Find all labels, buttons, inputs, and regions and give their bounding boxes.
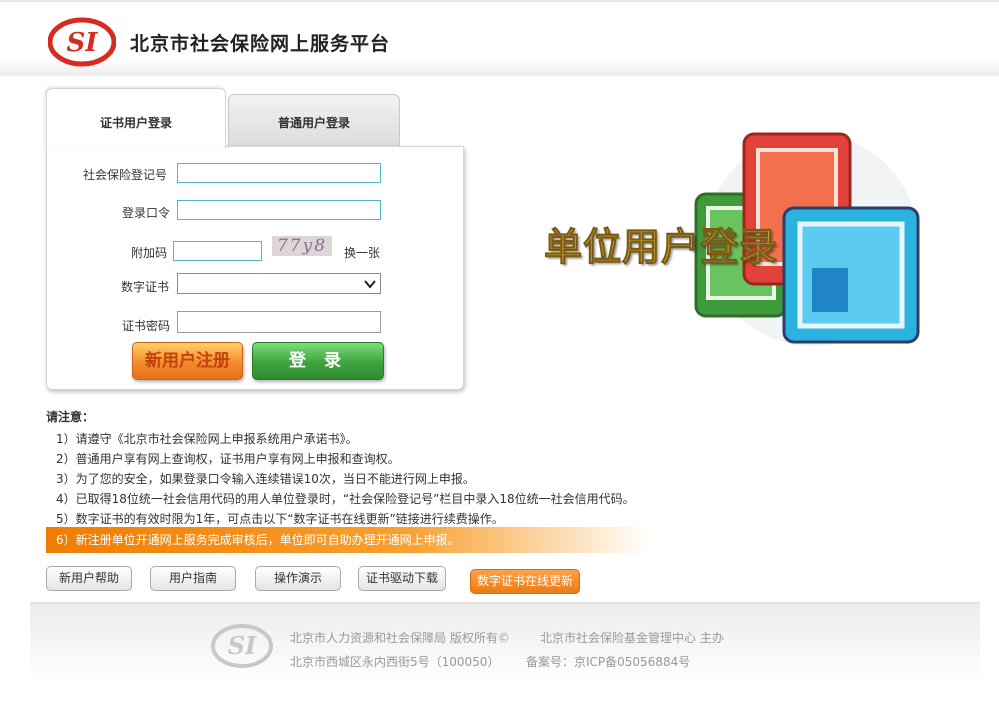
notice-item: 4）已取得18位统一社会信用代码的用人单位登录时，“社会保险登记号”栏目中录入1…: [56, 492, 635, 506]
footer-logo-text: SI: [228, 631, 257, 660]
cert-password-input[interactable]: [177, 311, 381, 333]
notice-section: 请注意： 1）请遵守《北京市社会保险网上申报系统用户承诺书》。 2）普通用户享有…: [46, 408, 666, 529]
notice-item: 3）为了您的安全，如果登录口令输入连续错误10次，当日不能进行网上申报。: [56, 472, 475, 486]
promo-title: 单位用户登录: [543, 225, 779, 270]
login-button[interactable]: 登 录: [252, 342, 384, 380]
notice-item: 1）请遵守《北京市社会保险网上申报系统用户承诺书》。: [56, 432, 358, 446]
notice-title: 请注意：: [46, 410, 95, 424]
header: SI 北京市社会保险网上服务平台: [0, 0, 999, 76]
notice-highlight: 6）新注册单位开通网上服务完成审核后，单位即可自助办理开通网上申报。: [46, 527, 650, 553]
logo-text: SI: [67, 28, 99, 58]
tab-cert-login[interactable]: 证书用户登录: [46, 88, 226, 148]
ss-number-label: 社会保险登记号: [82, 168, 167, 182]
footer-address: 北京市西城区永内西街5号（100050）: [290, 655, 500, 669]
cert-password-label: 证书密码: [121, 319, 170, 333]
footer-copyright: 北京市人力资源和社会保障局 版权所有©: [290, 631, 510, 645]
password-label: 登录口令: [121, 206, 170, 220]
ss-number-input[interactable]: [177, 163, 381, 183]
password-input[interactable]: [177, 200, 381, 220]
footer: SI 北京市人力资源和社会保障局 版权所有© 北京市社会保险基金管理中心 主办 …: [30, 602, 980, 682]
cert-label: 数字证书: [120, 280, 169, 294]
demo-button[interactable]: 操作演示: [255, 566, 341, 591]
cert-online-renew-button[interactable]: 数字证书在线更新: [470, 569, 580, 594]
footer-host: 北京市社会保险基金管理中心 主办: [540, 631, 724, 645]
si-footer-logo-icon: SI: [211, 624, 273, 668]
si-logo-icon: SI: [48, 17, 116, 67]
notice-item: 2）普通用户享有网上查询权，证书用户享有网上申报和查询权。: [56, 452, 400, 466]
captcha-label: 附加码: [130, 246, 167, 260]
register-button[interactable]: 新用户注册: [132, 342, 243, 380]
cert-select[interactable]: [177, 273, 381, 294]
captcha-input[interactable]: [173, 241, 262, 261]
footer-icp: 备案号：京ICP备05056884号: [526, 655, 691, 669]
tab-normal-login[interactable]: 普通用户登录: [228, 94, 400, 146]
refresh-captcha-link[interactable]: 换一张: [344, 244, 380, 261]
notice-item: 5）数字证书的有效时限为1年，可点击以下“数字证书在线更新”链接进行续费操作。: [56, 512, 504, 526]
captcha-image[interactable]: 77y8: [272, 236, 332, 256]
site-title: 北京市社会保险网上服务平台: [130, 33, 391, 55]
cert-driver-download-button[interactable]: 证书驱动下载: [358, 566, 446, 591]
chevron-down-icon: [364, 280, 376, 289]
user-guide-button[interactable]: 用户指南: [150, 566, 236, 591]
new-user-help-button[interactable]: 新用户帮助: [46, 566, 132, 591]
